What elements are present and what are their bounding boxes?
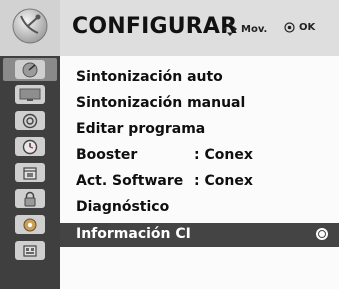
booster-value: : Conex bbox=[194, 147, 253, 163]
menu-item-label: Act. Software bbox=[76, 173, 184, 189]
menu-item-auto-tuning[interactable]: Sintonización auto bbox=[60, 66, 339, 90]
satellite-dish-icon bbox=[10, 6, 50, 50]
ok-button-icon bbox=[284, 22, 295, 33]
lock-icon bbox=[15, 189, 45, 208]
clock-icon bbox=[15, 137, 45, 156]
sidebar-item-option[interactable] bbox=[3, 213, 57, 236]
menu-item-label: Sintonización auto bbox=[76, 69, 223, 85]
sidebar-item-media[interactable] bbox=[3, 239, 57, 262]
ok-hint-label: OK bbox=[299, 22, 316, 33]
menu-item-diagnostics[interactable]: Diagnóstico bbox=[60, 196, 339, 220]
sidebar-item-picture[interactable] bbox=[3, 83, 57, 106]
ok-hint: OK bbox=[284, 22, 315, 33]
menu-item-label: Editar programa bbox=[76, 121, 206, 137]
media-link-icon bbox=[15, 241, 45, 260]
category-sidebar bbox=[0, 56, 60, 289]
menu-item-program-edit[interactable]: Editar programa bbox=[60, 118, 339, 142]
menu-item-software-update[interactable]: Act. Software : Conex bbox=[60, 170, 339, 194]
menu-header: CONFIGURAR Mov. OK bbox=[0, 0, 339, 56]
sidebar-item-schedule[interactable] bbox=[3, 161, 57, 184]
tv-screen-icon bbox=[15, 85, 45, 104]
sidebar-item-audio[interactable] bbox=[3, 109, 57, 132]
menu-item-label: Booster bbox=[76, 147, 138, 163]
menu-item-manual-tuning[interactable]: Sintonización manual bbox=[60, 92, 339, 116]
calendar-icon bbox=[15, 163, 45, 182]
move-hint: Mov. bbox=[223, 22, 267, 36]
option-gear-icon bbox=[15, 215, 45, 234]
move-arrows-icon bbox=[223, 22, 237, 36]
speaker-icon bbox=[15, 111, 45, 130]
page-title: CONFIGURAR bbox=[72, 14, 238, 39]
selected-radio-icon bbox=[316, 228, 328, 240]
sidebar-item-lock[interactable] bbox=[3, 187, 57, 210]
setup-options-panel: Sintonización auto Sintonización manual … bbox=[60, 56, 339, 289]
satellite-dish-icon bbox=[15, 60, 45, 79]
software-update-value: : Conex bbox=[194, 173, 253, 189]
menu-item-label: Diagnóstico bbox=[76, 199, 170, 215]
move-hint-label: Mov. bbox=[241, 23, 268, 35]
sidebar-item-time[interactable] bbox=[3, 135, 57, 158]
menu-item-label: Sintonización manual bbox=[76, 95, 246, 111]
sidebar-item-setup[interactable] bbox=[3, 58, 57, 81]
menu-item-label: Información CI bbox=[76, 226, 191, 242]
menu-item-ci-information[interactable]: Información CI bbox=[60, 223, 339, 247]
menu-item-booster[interactable]: Booster : Conex bbox=[60, 144, 339, 168]
header-logo bbox=[0, 0, 60, 56]
setup-menu-window: CONFIGURAR Mov. OK Sintonización auto Si… bbox=[0, 0, 339, 289]
